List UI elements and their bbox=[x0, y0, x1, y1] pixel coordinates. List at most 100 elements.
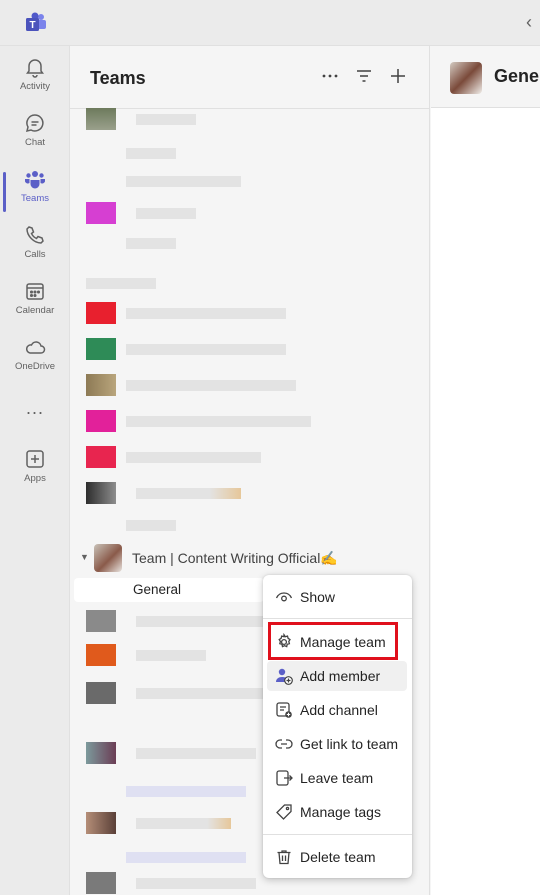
blurred-text bbox=[126, 452, 261, 463]
avatar bbox=[86, 644, 116, 666]
avatar bbox=[86, 610, 116, 632]
team-avatar bbox=[94, 544, 122, 572]
menu-item-get-link[interactable]: Get link to team bbox=[267, 729, 407, 759]
blurred-row[interactable] bbox=[86, 272, 346, 294]
more-apps-icon[interactable]: ... bbox=[0, 398, 70, 419]
more-options-icon[interactable] bbox=[321, 66, 339, 86]
blurred-text bbox=[126, 786, 246, 797]
rail-label: OneDrive bbox=[14, 361, 56, 372]
menu-item-delete-team[interactable]: Delete team bbox=[267, 842, 407, 872]
blurred-text bbox=[136, 878, 256, 889]
rail-label: Teams bbox=[21, 193, 49, 204]
cloud-icon bbox=[26, 341, 46, 354]
menu-item-label: Add member bbox=[300, 668, 381, 684]
menu-item-label: Get link to team bbox=[300, 736, 399, 752]
eye-icon bbox=[275, 592, 293, 602]
channel-header: General bbox=[431, 46, 540, 108]
menu-item-label: Show bbox=[300, 589, 336, 605]
add-channel-icon bbox=[276, 702, 292, 718]
blurred-team-row[interactable] bbox=[86, 302, 366, 324]
create-team-icon[interactable] bbox=[389, 66, 407, 86]
blurred-text bbox=[136, 208, 196, 219]
blurred-team-row[interactable] bbox=[86, 108, 346, 130]
channel-title: General bbox=[494, 66, 540, 86]
menu-item-leave-team[interactable]: Leave team bbox=[267, 763, 407, 793]
rail-item-chat[interactable]: Chat bbox=[0, 112, 70, 166]
avatar bbox=[86, 374, 116, 396]
panel-title: Teams bbox=[90, 68, 146, 88]
blurred-team-row[interactable] bbox=[86, 374, 366, 396]
blurred-text bbox=[126, 416, 311, 427]
blurred-team-row[interactable] bbox=[86, 482, 366, 504]
channel-avatar bbox=[450, 62, 482, 94]
add-person-icon bbox=[276, 668, 293, 685]
avatar bbox=[86, 302, 116, 324]
blurred-text bbox=[136, 616, 276, 627]
blurred-text bbox=[126, 380, 296, 391]
avatar bbox=[86, 202, 116, 224]
avatar bbox=[86, 446, 116, 468]
blurred-team-row[interactable] bbox=[86, 338, 366, 360]
rail-item-apps[interactable]: Apps bbox=[0, 448, 70, 502]
avatar bbox=[86, 872, 116, 894]
menu-item-label: Manage tags bbox=[300, 804, 381, 820]
team-row-content-writing[interactable]: ▼ Team | Content Writing Official✍️ bbox=[78, 544, 418, 572]
blurred-text bbox=[136, 688, 276, 699]
menu-item-add-member[interactable]: Add member bbox=[267, 661, 407, 691]
rail-label: Calls bbox=[24, 249, 46, 260]
blurred-channel-row[interactable] bbox=[86, 232, 346, 254]
avatar bbox=[86, 338, 116, 360]
avatar bbox=[86, 812, 116, 834]
rail-item-calendar[interactable]: Calendar bbox=[0, 280, 70, 334]
rail-item-teams[interactable]: Teams bbox=[0, 168, 70, 222]
avatar bbox=[86, 410, 116, 432]
blurred-text bbox=[126, 308, 286, 319]
link-icon bbox=[275, 739, 293, 749]
avatar bbox=[86, 108, 116, 130]
blurred-text bbox=[136, 114, 196, 125]
team-name: Team | Content Writing Official✍️ bbox=[132, 550, 338, 566]
phone-icon bbox=[26, 226, 44, 244]
menu-item-add-channel[interactable]: Add channel bbox=[267, 695, 407, 725]
blurred-text bbox=[126, 238, 176, 249]
annotation-highlight-box bbox=[268, 622, 398, 660]
menu-divider bbox=[263, 618, 412, 619]
collapse-chevron-icon[interactable]: ‹ bbox=[526, 12, 532, 33]
expand-caret-icon[interactable]: ▼ bbox=[80, 552, 89, 562]
main-area: General bbox=[431, 46, 540, 895]
panel-actions bbox=[321, 66, 407, 86]
blurred-team-row[interactable] bbox=[86, 446, 366, 468]
teams-icon bbox=[25, 171, 45, 189]
blurred-team-row[interactable] bbox=[86, 202, 346, 224]
leave-icon bbox=[276, 770, 293, 786]
channel-general[interactable]: General bbox=[74, 578, 264, 602]
rail-label: Calendar bbox=[15, 305, 55, 316]
blurred-text bbox=[126, 520, 176, 531]
blurred-text bbox=[86, 278, 156, 289]
menu-divider bbox=[263, 834, 412, 835]
menu-item-label: Delete team bbox=[300, 849, 376, 865]
blurred-channel-row[interactable] bbox=[86, 170, 346, 192]
menu-item-show[interactable]: Show bbox=[267, 582, 407, 612]
rail-label: Chat bbox=[24, 137, 46, 148]
team-context-menu: Show Manage team Add member Add channel … bbox=[263, 575, 412, 878]
blurred-text bbox=[136, 748, 256, 759]
svg-text:T: T bbox=[29, 20, 35, 31]
title-bar: T ‹ bbox=[0, 0, 540, 46]
avatar bbox=[86, 682, 116, 704]
menu-item-label: Add channel bbox=[300, 702, 378, 718]
rail-item-activity[interactable]: Activity bbox=[0, 56, 70, 110]
rail-item-onedrive[interactable]: OneDrive bbox=[0, 336, 70, 390]
menu-item-manage-tags[interactable]: Manage tags bbox=[267, 797, 407, 827]
filter-icon[interactable] bbox=[355, 66, 373, 86]
chat-icon bbox=[25, 114, 44, 133]
blurred-text bbox=[126, 344, 286, 355]
teams-logo-icon: T bbox=[26, 12, 46, 31]
blurred-channel-row[interactable] bbox=[86, 514, 346, 536]
blurred-text bbox=[136, 650, 206, 661]
menu-item-label: Leave team bbox=[300, 770, 374, 786]
blurred-team-row[interactable] bbox=[86, 410, 376, 432]
rail-item-calls[interactable]: Calls bbox=[0, 224, 70, 278]
blurred-channel-row[interactable] bbox=[86, 142, 346, 164]
trash-icon bbox=[277, 850, 291, 865]
